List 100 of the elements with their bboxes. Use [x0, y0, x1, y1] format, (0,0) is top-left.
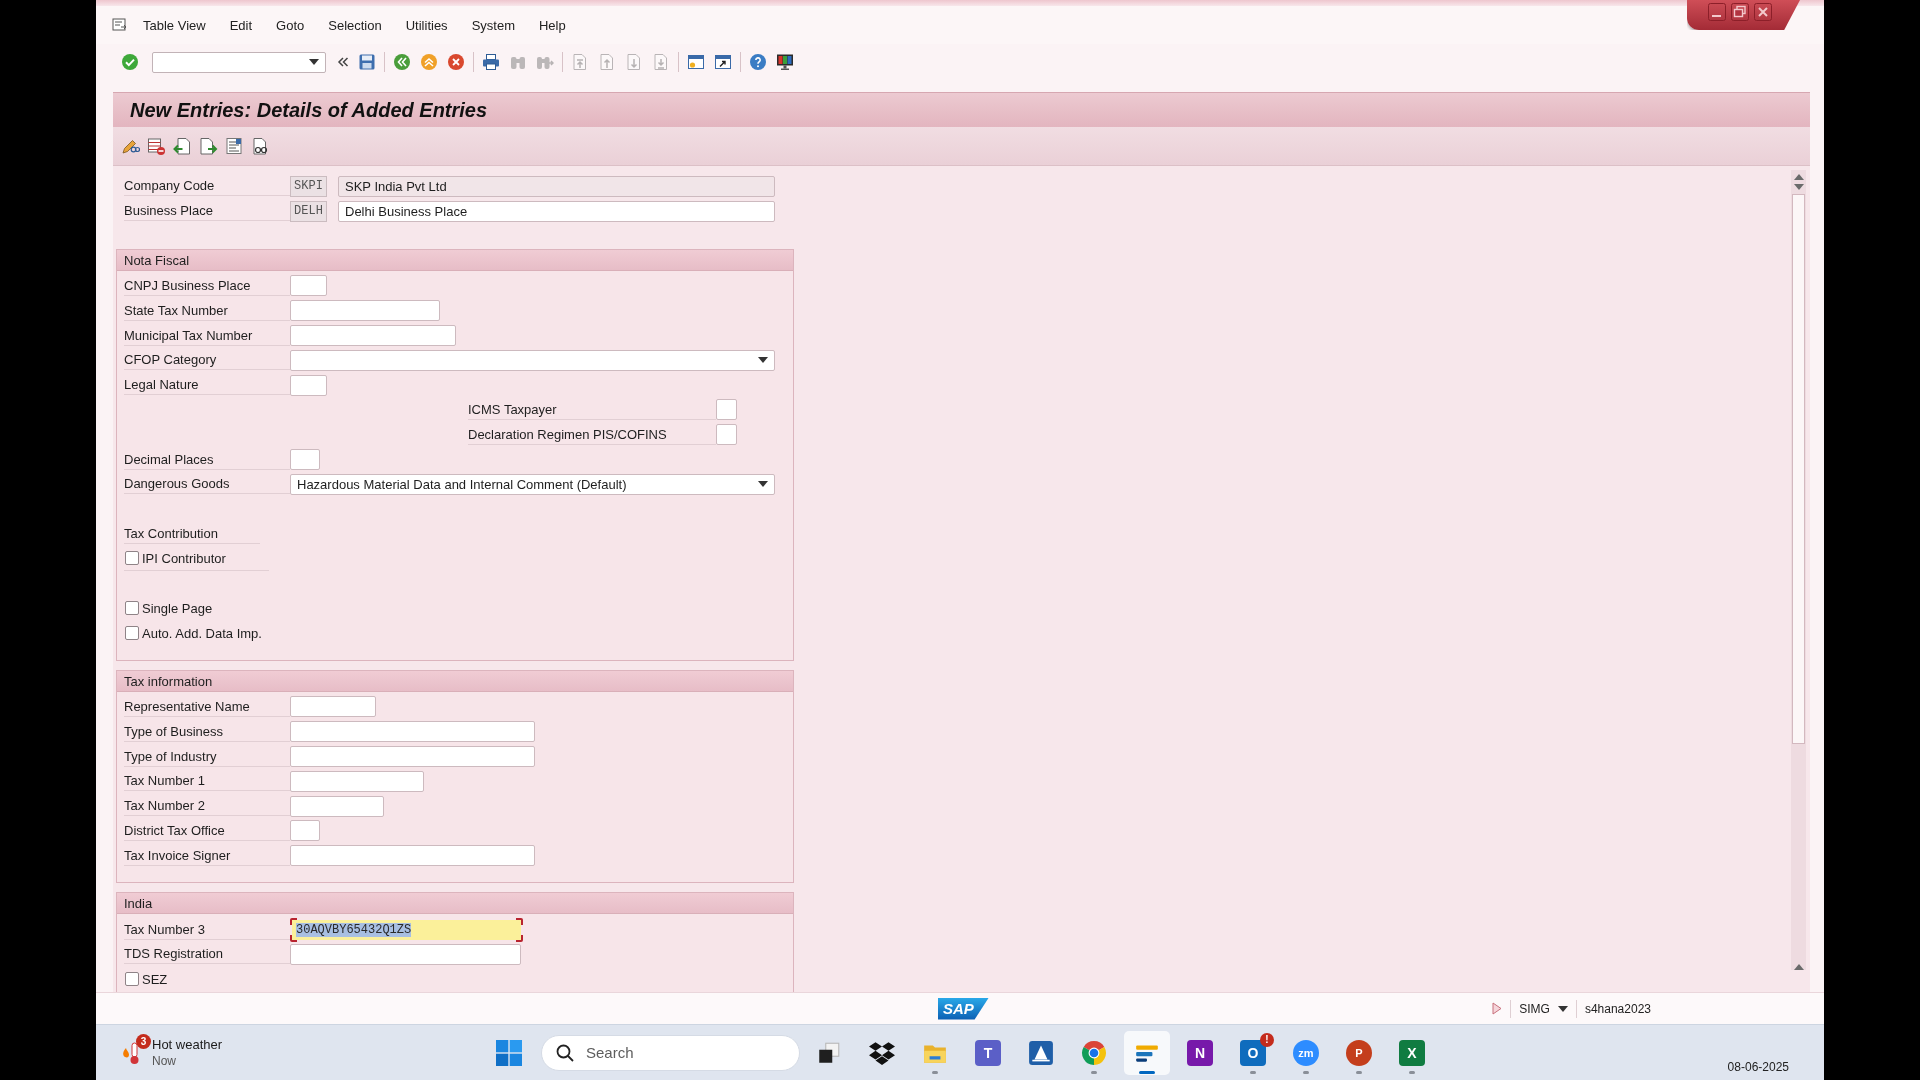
taskbar-button[interactable]: T: [965, 1030, 1011, 1075]
tile-icon: [1028, 1039, 1054, 1066]
input-field[interactable]: [290, 845, 535, 867]
input-field[interactable]: [290, 746, 535, 768]
screen-title: New Entries: Details of Added Entries: [113, 92, 1810, 127]
page-arrow-right-icon[interactable]: [199, 136, 218, 156]
taskbar-button[interactable]: N: [1177, 1030, 1223, 1075]
list-icon[interactable]: [225, 136, 244, 156]
input-field[interactable]: [290, 300, 440, 322]
input-field[interactable]: 30AQVBY65432Q1ZS: [290, 917, 523, 942]
field-label: Tax Number 2: [124, 796, 290, 817]
triangle-icon[interactable]: [1492, 1002, 1503, 1015]
app-icon: zm: [1293, 1039, 1319, 1066]
checkbox[interactable]: [125, 626, 139, 641]
taskbar-button[interactable]: X: [1389, 1030, 1435, 1075]
page-arrow-left-icon[interactable]: [173, 136, 192, 156]
cancel-icon[interactable]: [447, 53, 465, 71]
help-icon[interactable]: [749, 53, 767, 71]
checkbox[interactable]: [125, 972, 139, 987]
menu-item[interactable]: System: [459, 14, 527, 36]
table-minus-icon[interactable]: [147, 136, 166, 156]
weather-title: Hot weather: [152, 1037, 223, 1052]
server-name: s4hana2023: [1584, 1001, 1651, 1016]
field-label: TDS Registration: [124, 944, 290, 965]
close-icon[interactable]: [1754, 3, 1772, 21]
diamond-box-icon: [869, 1039, 895, 1066]
app-icon: X: [1399, 1039, 1425, 1066]
search-icon: [556, 1043, 574, 1062]
field-label: State Tax Number: [124, 300, 290, 321]
caret-icon: [758, 357, 768, 364]
input-field[interactable]: [290, 275, 327, 297]
monitor-icon[interactable]: [776, 53, 794, 71]
field-label: CFOP Category: [124, 350, 290, 371]
scroll-up-icon[interactable]: [1793, 174, 1804, 180]
input-field[interactable]: [290, 696, 376, 718]
field-label: Tax Invoice Signer: [124, 845, 290, 866]
menu-item[interactable]: Help: [526, 14, 578, 36]
field-label: Declaration Regimen PIS/COFINS: [468, 424, 716, 445]
subsection-heading: Tax Contribution: [124, 523, 260, 544]
field-label: Representative Name: [124, 696, 290, 717]
checkbox-label: SEZ: [142, 971, 168, 987]
dropdown-field[interactable]: [290, 349, 775, 371]
input-field[interactable]: [716, 399, 737, 421]
menu-item[interactable]: Selection: [316, 14, 394, 36]
checkbox[interactable]: [125, 551, 139, 566]
scroll-up-icon[interactable]: [1793, 964, 1804, 970]
minimize-icon[interactable]: [1708, 3, 1726, 21]
printer-icon[interactable]: [482, 53, 500, 71]
input-field[interactable]: [290, 820, 320, 842]
input-field[interactable]: Delhi Business Place: [338, 200, 775, 222]
scrollbar-thumb[interactable]: [1792, 194, 1805, 744]
restore-icon[interactable]: [1731, 3, 1749, 21]
input-field[interactable]: [716, 424, 737, 446]
input-field[interactable]: [290, 943, 521, 965]
command-field[interactable]: [152, 51, 326, 73]
key-field[interactable]: DELH: [290, 200, 327, 222]
input-field[interactable]: [290, 449, 320, 471]
menu-item[interactable]: Goto: [264, 14, 317, 36]
checkbox-label: Auto. Add. Data Imp.: [142, 625, 262, 641]
app-icon: P: [1346, 1039, 1372, 1066]
logo: SAP: [938, 997, 989, 1020]
checkbox[interactable]: [125, 601, 139, 616]
taskbar-button[interactable]: P: [1336, 1030, 1382, 1075]
weather-time: Now: [152, 1054, 177, 1068]
caret-icon: [309, 59, 319, 65]
scrollbar[interactable]: [1791, 170, 1806, 970]
app-icon: T: [975, 1039, 1001, 1066]
section-header: India: [117, 893, 793, 915]
double-chevron-icon[interactable]: [337, 56, 349, 68]
field-label: Type of Industry: [124, 746, 290, 767]
field-label: Municipal Tax Number: [124, 325, 290, 346]
exit-icon[interactable]: [420, 53, 438, 71]
input-field[interactable]: [290, 374, 327, 396]
four-squares-icon: [496, 1039, 522, 1066]
app-icon: N: [1187, 1039, 1213, 1066]
page-glasses-icon[interactable]: [251, 136, 270, 156]
field-label: Legal Nature: [124, 375, 290, 396]
input-field[interactable]: SKP India Pvt Ltd: [338, 175, 775, 197]
input-field[interactable]: [290, 721, 535, 743]
transaction-code: SIMG: [1519, 1001, 1550, 1016]
menu-item[interactable]: Utilities: [393, 14, 460, 36]
scroll-down-icon[interactable]: [1793, 184, 1804, 190]
input-field[interactable]: [290, 325, 456, 347]
checkmark-icon[interactable]: [121, 53, 139, 71]
shortcut-icon[interactable]: [714, 53, 732, 71]
search-field[interactable]: Search: [541, 1034, 800, 1071]
segmented-circle-icon: [1081, 1039, 1107, 1066]
taskbar-button[interactable]: O !: [1230, 1030, 1276, 1075]
back-icon[interactable]: [393, 53, 411, 71]
dropdown-field[interactable]: Hazardous Material Data and Internal Comment (Default): [290, 473, 775, 495]
new-window-icon[interactable]: [687, 53, 705, 71]
field-label: Tax Number 1: [124, 771, 290, 792]
menu-item[interactable]: Table View: [131, 14, 218, 36]
caret-icon: [1557, 1005, 1568, 1012]
menu-icon[interactable]: [112, 18, 128, 32]
input-field[interactable]: [290, 795, 384, 817]
section-header: Tax information: [117, 670, 793, 692]
key-field[interactable]: SKPI: [290, 175, 327, 197]
menu-item[interactable]: Edit: [217, 14, 265, 36]
input-field[interactable]: [290, 770, 424, 792]
